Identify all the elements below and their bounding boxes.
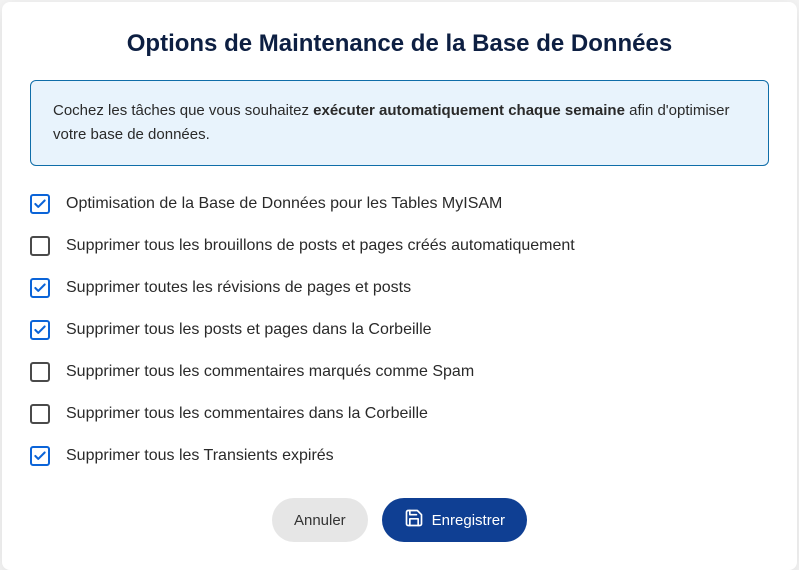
save-button[interactable]: Enregistrer (382, 498, 527, 542)
option-row: Supprimer tous les Transients expirés (30, 446, 769, 466)
option-checkbox[interactable] (30, 404, 50, 424)
info-bold: exécuter automatiquement chaque semaine (313, 102, 625, 119)
modal-footer: Annuler Enregistrer (30, 498, 769, 542)
option-row: Supprimer toutes les révisions de pages … (30, 278, 769, 298)
info-prefix: Cochez les tâches que vous souhaitez (53, 102, 313, 119)
options-list: Optimisation de la Base de Données pour … (30, 194, 769, 466)
option-checkbox[interactable] (30, 194, 50, 214)
modal-title: Options de Maintenance de la Base de Don… (30, 30, 769, 58)
option-label: Supprimer tous les posts et pages dans l… (66, 321, 432, 339)
save-icon (404, 508, 424, 532)
info-box: Cochez les tâches que vous souhaitez exé… (30, 80, 769, 166)
save-label: Enregistrer (432, 512, 505, 529)
option-checkbox[interactable] (30, 362, 50, 382)
option-row: Supprimer tous les commentaires marqués … (30, 362, 769, 382)
cancel-label: Annuler (294, 512, 346, 529)
option-row: Supprimer tous les brouillons de posts e… (30, 236, 769, 256)
cancel-button[interactable]: Annuler (272, 498, 368, 542)
option-label: Supprimer tous les Transients expirés (66, 447, 334, 465)
option-label: Supprimer tous les brouillons de posts e… (66, 237, 575, 255)
option-label: Supprimer tous les commentaires marqués … (66, 363, 474, 381)
maintenance-options-modal: Options de Maintenance de la Base de Don… (2, 2, 797, 570)
option-checkbox[interactable] (30, 446, 50, 466)
option-row: Optimisation de la Base de Données pour … (30, 194, 769, 214)
option-row: Supprimer tous les commentaires dans la … (30, 404, 769, 424)
option-checkbox[interactable] (30, 320, 50, 340)
option-label: Supprimer tous les commentaires dans la … (66, 405, 428, 423)
option-checkbox[interactable] (30, 236, 50, 256)
option-checkbox[interactable] (30, 278, 50, 298)
option-label: Supprimer toutes les révisions de pages … (66, 279, 411, 297)
option-label: Optimisation de la Base de Données pour … (66, 195, 502, 213)
option-row: Supprimer tous les posts et pages dans l… (30, 320, 769, 340)
